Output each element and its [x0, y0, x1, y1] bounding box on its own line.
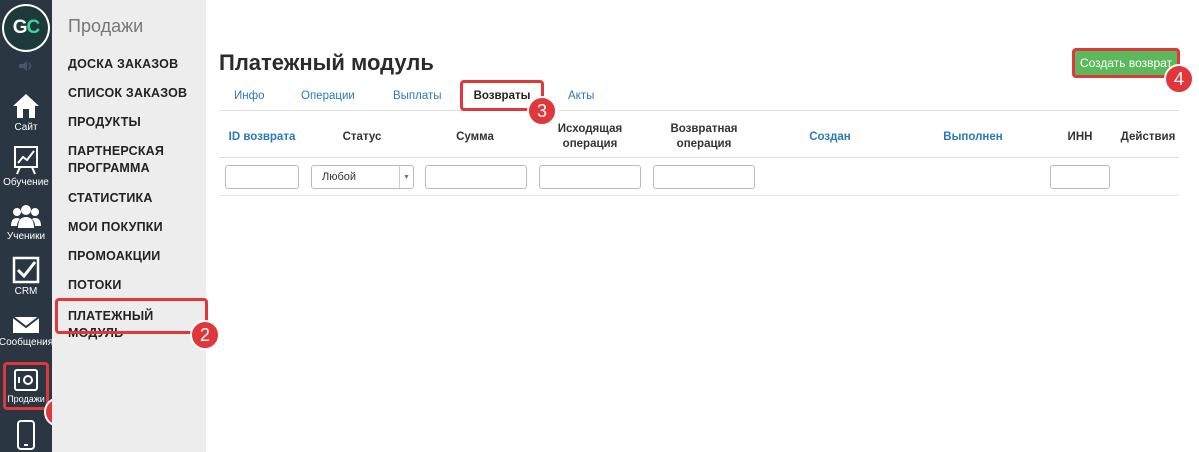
menu-item-statistics[interactable]: СТАТИСТИКА	[68, 190, 153, 207]
column-header-inn: ИНН	[1067, 131, 1093, 143]
rail-item-learning[interactable]: Обучение	[0, 145, 52, 188]
smartphone-icon	[17, 420, 35, 450]
menu-item-my-purchases[interactable]: МОИ ПОКУПКИ	[68, 219, 163, 236]
menu-item-orders-board[interactable]: ДОСКА ЗАКАЗОВ	[68, 56, 178, 73]
rail-item-label: Продажи	[7, 394, 45, 404]
step-badge-2: 2	[190, 320, 220, 350]
sales-menu: Продажи ДОСКА ЗАКАЗОВ СПИСОК ЗАКАЗОВ ПРО…	[52, 0, 206, 452]
logo-mark: GC	[4, 6, 48, 50]
column-header-status: Статус	[342, 131, 382, 143]
tab-info[interactable]: Инфо	[234, 90, 264, 102]
safe-icon	[14, 369, 38, 391]
menu-item-partner-program[interactable]: ПАРТНЕРСКАЯ ПРОГРАММА	[68, 143, 178, 177]
rail-item-label: Ученики	[6, 231, 46, 242]
rail-item-messages[interactable]: Сообщения	[0, 315, 54, 348]
menu-item-payment-module-highlight	[55, 298, 208, 334]
column-header-created[interactable]: Создан	[790, 130, 870, 145]
rail-item-label: Сообщения	[0, 337, 54, 348]
envelope-icon	[12, 316, 40, 333]
column-header-actions: Действия	[1120, 131, 1176, 143]
return-operation-filter-input[interactable]	[653, 165, 755, 189]
column-header-outgoing-operation: Исходящая операция	[557, 123, 623, 150]
home-icon	[13, 94, 39, 118]
menu-item-streams[interactable]: ПОТОКИ	[68, 277, 122, 294]
logo-letter-c: C	[26, 17, 41, 38]
logo-letter-g: G	[12, 17, 28, 38]
inn-filter-input[interactable]	[1050, 165, 1110, 189]
status-filter-select[interactable]: Любой ▼	[311, 165, 414, 189]
rail-item-label: Обучение	[3, 177, 49, 188]
page-title: Платежный модуль	[219, 50, 434, 75]
rail-item-mobile[interactable]	[0, 420, 52, 450]
refund-id-filter-input[interactable]	[225, 165, 299, 189]
outgoing-operation-filter-input[interactable]	[539, 165, 641, 189]
menu-title: Продажи	[68, 16, 144, 36]
rail-item-label: CRM	[14, 286, 38, 297]
tab-operations[interactable]: Операции	[301, 90, 355, 102]
column-header-return-operation: Возвратная операция	[670, 123, 738, 150]
column-header-completed[interactable]: Выполнен	[930, 130, 1016, 145]
tab-payouts[interactable]: Выплаты	[393, 90, 442, 102]
rail-item-sales[interactable]: Продажи	[0, 368, 52, 404]
rail-item-crm[interactable]: CRM	[0, 256, 52, 297]
table-header-divider	[219, 157, 1179, 158]
checkbox-icon	[12, 256, 40, 284]
tabs-divider	[219, 110, 1179, 111]
filter-row-divider	[219, 195, 1179, 196]
rail-item-label: Сайт	[14, 122, 38, 133]
tab-acts[interactable]: Акты	[568, 90, 594, 102]
rail-item-site[interactable]: Сайт	[0, 92, 52, 133]
speaker-icon[interactable]	[17, 60, 35, 72]
column-header-amount: Сумма	[456, 131, 494, 143]
menu-item-orders-list[interactable]: СПИСОК ЗАКАЗОВ	[68, 85, 187, 102]
menu-item-promotions[interactable]: ПРОМОАКЦИИ	[68, 248, 160, 265]
rail-item-students[interactable]: Ученики	[0, 203, 52, 242]
column-header-refund-id[interactable]: ID возврата	[224, 130, 300, 145]
status-filter-value: Любой	[322, 171, 357, 183]
menu-item-products[interactable]: ПРОДУКТЫ	[68, 114, 141, 131]
users-icon	[11, 205, 41, 228]
step-badge-4: 4	[1164, 64, 1194, 94]
icon-rail: GC Сайт Обучение Ученики CRM Сообщения П…	[0, 0, 54, 452]
chevron-down-icon: ▼	[399, 166, 413, 188]
amount-filter-input[interactable]	[425, 165, 527, 189]
getcourse-logo[interactable]: GC	[2, 4, 50, 52]
chalkboard-icon	[14, 146, 38, 175]
